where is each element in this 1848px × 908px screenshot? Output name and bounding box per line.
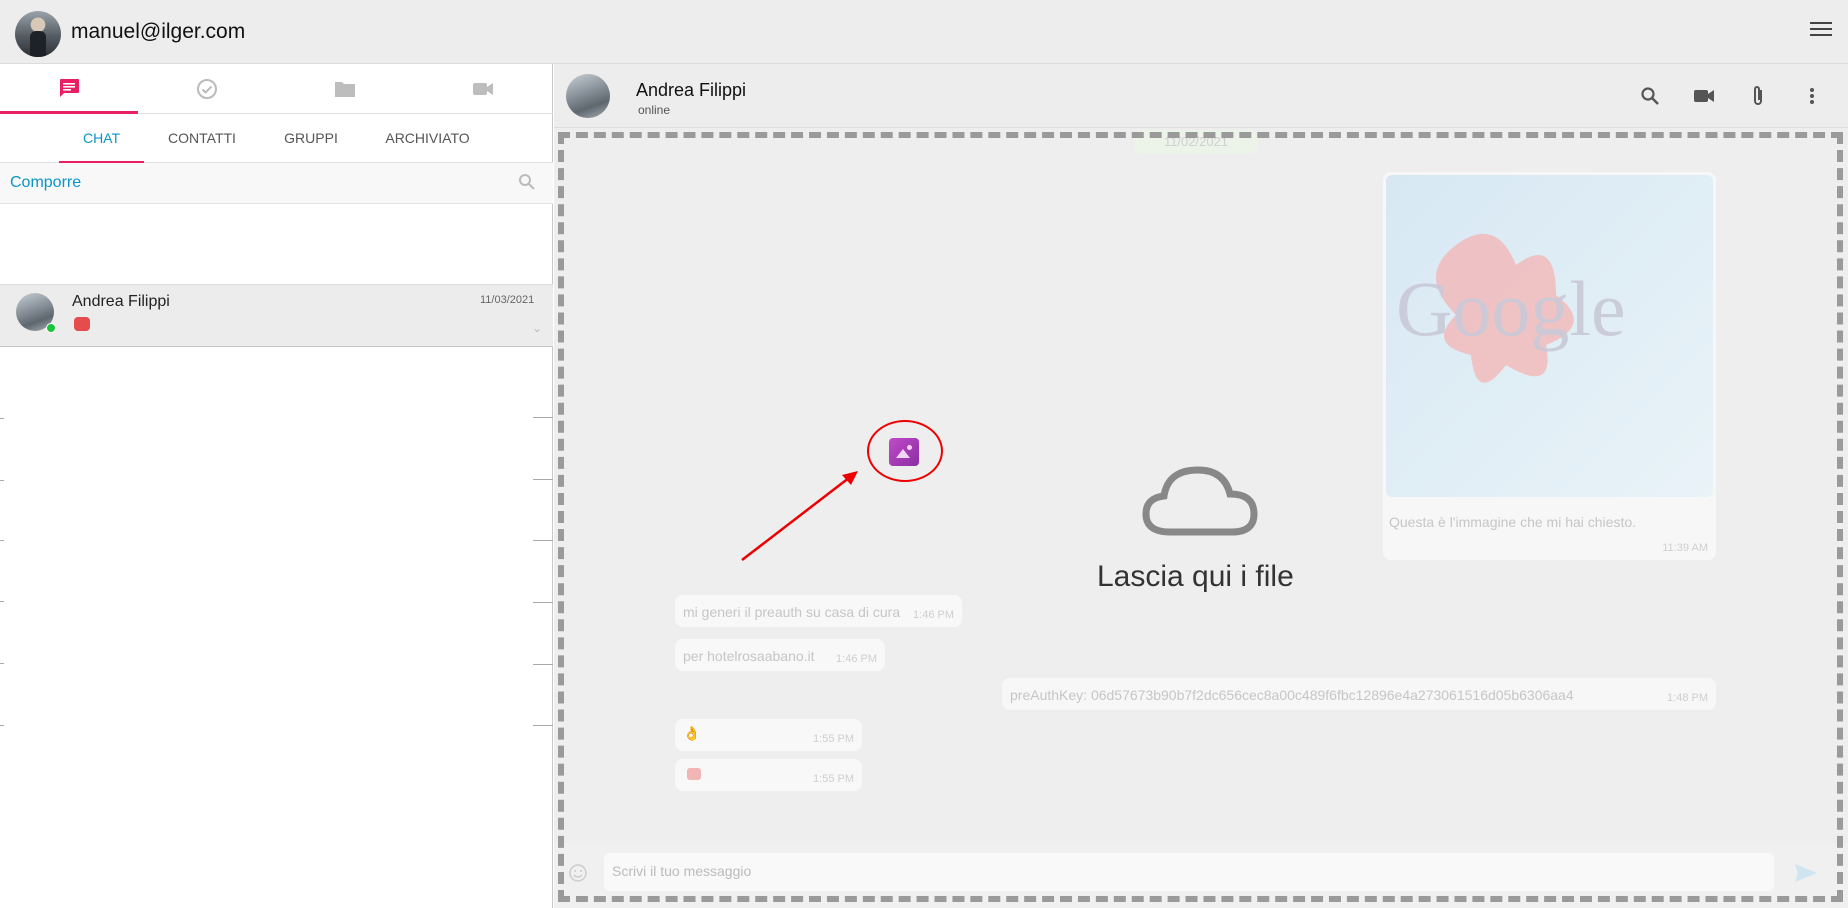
video-call-icon[interactable] [1692,84,1716,108]
contact-status: online [638,103,671,117]
message-time: 1:55 PM [813,773,854,785]
drop-zone-label: Lascia qui i file [1097,560,1294,593]
online-indicator [46,323,56,333]
message-bubble[interactable]: 👌 1:55 PM [675,719,862,751]
app-topbar: manuel@ilger.com [0,0,1848,64]
divider [0,418,4,419]
search-icon[interactable] [1638,84,1662,108]
compose-button[interactable]: Comporre [10,174,81,192]
last-message-emoji-icon [74,317,90,331]
message-time: 1:55 PM [813,733,854,745]
attach-icon[interactable] [1746,84,1770,108]
google-splash-image: Google [1396,233,1626,383]
text-tabs: CHAT CONTATTI GRUPPI ARCHIVIATO [0,114,553,163]
message-time: 1:48 PM [1667,692,1708,704]
svg-text:Google: Google [1396,265,1626,352]
user-avatar[interactable] [15,11,61,57]
cloud-icon [1140,460,1260,545]
chat-icon[interactable] [0,64,138,114]
message-text: mi generi il preauth su casa di cura [683,604,901,620]
divider [533,725,553,726]
message-input[interactable]: Scrivi il tuo messaggio [604,853,1774,891]
divider [0,480,4,481]
message-time: 1:46 PM [836,653,877,665]
user-email: manuel@ilger.com [71,20,246,43]
contact-avatar[interactable] [566,74,610,118]
tab-archiviato[interactable]: ARCHIVIATO [375,114,480,163]
emoji-icon[interactable] [568,863,588,888]
message-bubble[interactable]: preAuthKey: 06d57673b90b7f2dc656cec8a00c… [1002,678,1716,710]
date-chip: 11/02/2021 [1134,130,1258,154]
message-image[interactable]: Google [1386,175,1713,497]
icon-tabs [0,64,553,114]
divider [0,725,4,726]
message-text: 👌 [683,725,701,741]
conversation-header: Andrea Filippi online [554,64,1848,128]
compose-bar: Comporre [0,163,553,204]
chat-contact-name: Andrea Filippi [72,293,170,310]
menu-icon[interactable] [1810,22,1832,40]
divider [0,601,4,602]
divider [533,540,553,541]
message-time: 1:46 PM [913,609,954,621]
contact-name: Andrea Filippi [636,80,747,100]
tab-contatti[interactable]: CONTATTI [160,114,244,163]
send-icon[interactable] [1794,863,1818,888]
tab-gruppi[interactable]: GRUPPI [270,114,352,163]
left-panel: CHAT CONTATTI GRUPPI ARCHIVIATO Comporre… [0,64,553,908]
image-file-icon[interactable] [889,438,919,466]
image-message[interactable]: Google Questa è l'immagine che mi hai ch… [1383,172,1716,560]
message-time: 11:39 AM [1662,542,1708,554]
tab-chat[interactable]: CHAT [59,114,144,163]
folder-icon[interactable] [276,64,414,114]
chat-list-item[interactable]: Andrea Filippi 11/03/2021 ⌄ [0,284,553,347]
message-bubble[interactable]: 1:55 PM [675,759,862,791]
chevron-down-icon[interactable]: ⌄ [532,321,542,335]
message-bubble[interactable]: mi generi il preauth su casa di cura 1:4… [675,595,962,627]
annotation-arrow [741,471,858,561]
more-vert-icon[interactable] [1800,84,1824,108]
divider [533,664,553,665]
divider [0,663,4,664]
image-caption: Questa è l'immagine che mi hai chiesto. [1389,514,1637,530]
message-text: per hotelrosaabano.it [683,648,815,664]
divider [0,540,4,541]
check-circle-icon[interactable] [138,64,276,114]
divider [533,602,553,603]
message-bubble[interactable]: per hotelrosaabano.it 1:46 PM [675,639,885,671]
search-icon[interactable] [518,173,536,196]
message-text: preAuthKey: 06d57673b90b7f2dc656cec8a00c… [1010,687,1574,703]
divider [533,479,553,480]
divider [533,417,553,418]
video-icon[interactable] [414,64,552,114]
emoji-icon [687,768,701,780]
chat-date: 11/03/2021 [480,294,535,306]
message-input-bar: Scrivi il tuo messaggio [554,843,1848,908]
